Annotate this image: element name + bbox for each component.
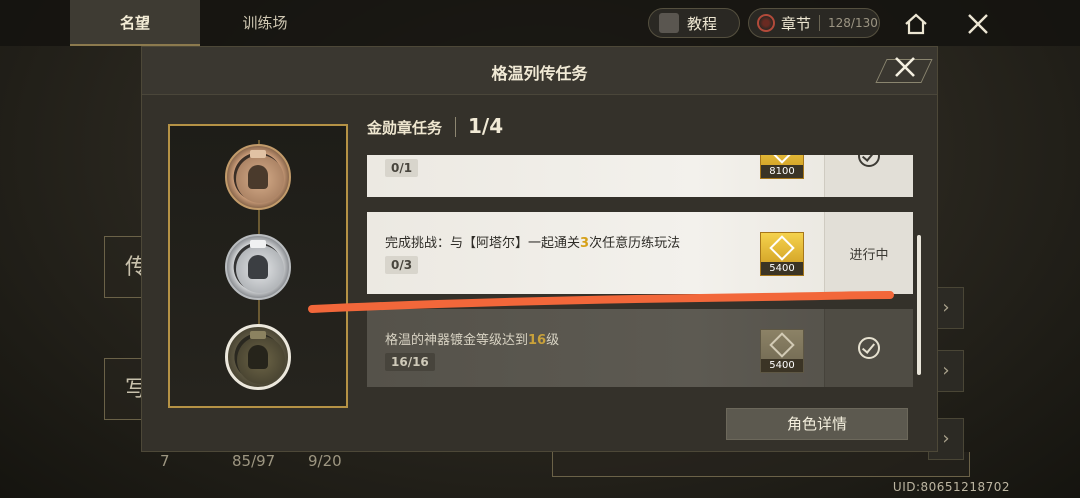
tab-training-ground[interactable]: 训练场 <box>200 0 330 46</box>
reward-medal-icon: 5400 <box>760 329 804 373</box>
tutorial-label: 教程 <box>687 14 718 33</box>
task-status <box>824 309 913 387</box>
check-circle-icon <box>858 337 880 359</box>
uid-label: UID:80651218702 <box>892 480 1010 494</box>
check-circle-icon <box>858 155 880 167</box>
tab-fame[interactable]: 名望 <box>70 0 200 46</box>
tutorial-button[interactable]: 教程 <box>648 8 740 38</box>
reward-amount: 5400 <box>761 359 803 372</box>
close-icon <box>895 57 915 77</box>
close-button[interactable] <box>887 53 923 89</box>
task-list[interactable]: 0/1 8100 完成挑战：与【阿塔尔】一起通关3次任意历练玩法 0/3 540… <box>367 155 913 387</box>
background-stat: 85/97 <box>232 452 276 470</box>
silver-medal-icon[interactable] <box>225 234 291 300</box>
chapter-label: 章节 <box>781 14 812 33</box>
task-status <box>824 155 913 197</box>
close-all-icon[interactable] <box>964 10 992 38</box>
task-row: 0/1 8100 <box>367 155 913 197</box>
status-in-progress: 进行中 <box>849 248 889 263</box>
task-description-text: 格温的神器镀金等级达到 <box>385 333 529 348</box>
modal-title: 格温列传任务 <box>491 64 588 83</box>
medal-panel <box>168 124 348 408</box>
gold-medal-icon[interactable] <box>225 324 291 390</box>
task-description-text: 次任意历练玩法 <box>589 236 681 251</box>
task-progress: 16/16 <box>385 353 435 371</box>
divider <box>819 15 821 31</box>
task-description: 格温的神器镀金等级达到16级 <box>385 329 559 348</box>
chapter-icon <box>757 14 775 32</box>
home-icon[interactable] <box>902 10 930 38</box>
task-highlight-number: 16 <box>528 333 547 348</box>
chapter-button[interactable]: 章节 128/130 <box>748 8 880 38</box>
top-bar: 名望 训练场 教程 章节 128/130 <box>0 0 1080 46</box>
reward-amount: 5400 <box>761 262 803 275</box>
modal-header: 格温列传任务 <box>142 47 937 95</box>
reward-medal-icon: 5400 <box>760 232 804 276</box>
task-description: 完成挑战：与【阿塔尔】一起通关3次任意历练玩法 <box>385 232 680 251</box>
task-highlight-number: 3 <box>580 236 590 251</box>
task-row: 格温的神器镀金等级达到16级 16/16 5400 <box>367 309 913 387</box>
divider <box>455 117 456 137</box>
task-description-text: 完成挑战：与【阿塔尔】一起通关 <box>385 236 581 251</box>
background-stat: 9/20 <box>308 452 342 470</box>
background-card <box>552 452 970 477</box>
tutorial-icon <box>659 13 679 33</box>
task-modal: 格温列传任务 金勋章任务 1/4 0/1 8100 完成挑战：与【阿塔尔】一起通… <box>141 46 938 452</box>
background-stat: 7 <box>160 452 170 470</box>
character-details-button[interactable]: 角色详情 <box>726 408 908 440</box>
reward-amount: 8100 <box>761 165 803 178</box>
task-row: 完成挑战：与【阿塔尔】一起通关3次任意历练玩法 0/3 5400 进行中 <box>367 212 913 294</box>
scrollbar[interactable] <box>917 235 921 375</box>
task-description-text: 级 <box>546 333 560 348</box>
section-count: 1/4 <box>468 114 504 138</box>
section-title: 金勋章任务 <box>367 119 443 137</box>
chapter-count: 128/130 <box>828 16 878 30</box>
bronze-medal-icon[interactable] <box>225 144 291 210</box>
task-status: 进行中 <box>824 212 913 294</box>
reward-medal-icon: 8100 <box>760 155 804 179</box>
task-progress: 0/1 <box>385 159 419 177</box>
task-progress: 0/3 <box>385 256 419 274</box>
